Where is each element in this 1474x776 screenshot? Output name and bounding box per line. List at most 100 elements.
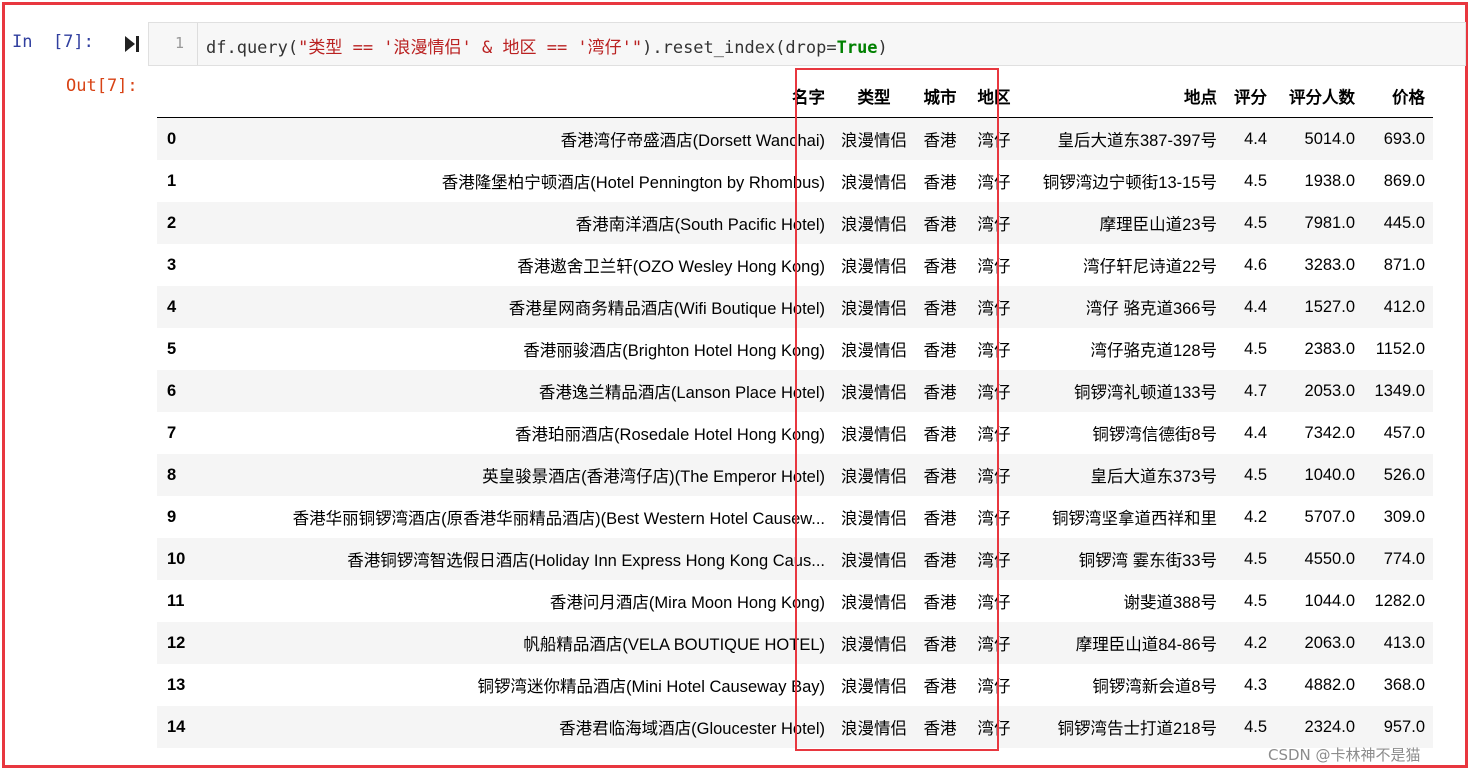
hotel-name-cell: 香港遨舍卫兰轩(OZO Wesley Hong Kong) [517,258,825,276]
place-cell: 皇后大道东373号 [1090,468,1217,486]
rating-cell: 4.2 [1244,507,1267,526]
place-cell: 湾仔 骆克道366号 [1085,300,1217,318]
place-cell: 湾仔轩尼诗道22号 [1083,258,1217,276]
table-row: 9 香港华丽铜锣湾酒店(原香港华丽精品酒店)(Best Western Hotel… [157,496,1433,538]
hotel-name-cell: 铜锣湾迷你精品酒店(Mini Hotel Causeway Bay) [477,678,825,696]
row-index: 5 [167,339,177,358]
row-index: 13 [167,675,186,694]
rating-cell: 4.4 [1244,423,1267,442]
place-cell: 湾仔骆克道128号 [1090,342,1217,360]
header-type: 类型 [835,74,913,118]
hotel-name-cell: 香港问月酒店(Mira Moon Hong Kong) [549,594,825,612]
hotel-name-cell: 香港逸兰精品酒店(Lanson Place Hotel) [538,384,825,402]
area-cell: 湾仔 [977,552,1011,570]
rating-cell: 4.3 [1244,675,1267,694]
area-cell: 湾仔 [977,636,1011,654]
row-index: 8 [167,465,177,484]
price-cell: 693.0 [1383,129,1425,148]
code-close: ) [877,38,888,58]
rating-cell: 4.6 [1244,255,1267,274]
code-line[interactable]: df.query("类型 == '浪漫情侣' & 地区 == '湾仔'").re… [206,33,888,58]
place-cell: 摩理臣山道84-86号 [1075,636,1217,654]
city-cell: 香港 [923,594,957,612]
table-row: 2 香港南洋酒店(South Pacific Hotel) 浪漫情侣 香港 湾仔 摩理臣山… [157,202,1433,244]
rating-count-cell: 4550.0 [1304,549,1355,568]
code-cell-editor[interactable]: 1 df.query("类型 == '浪漫情侣' & 地区 == '湾仔'").… [148,22,1466,66]
table-row: 10 香港铜锣湾智选假日酒店(Holiday Inn Express Hong K… [157,538,1433,580]
place-cell: 铜锣湾告士打道218号 [1057,720,1217,738]
table-body: 0 香港湾仔帝盛酒店(Dorsett Wanchai) 浪漫情侣 香港 湾仔 皇后大道东3… [157,117,1433,748]
rating-count-cell: 2324.0 [1304,717,1355,736]
header-rating-count: 评分人数 [1275,74,1363,118]
header-place: 地点 [1021,74,1225,118]
gutter-divider [197,23,198,65]
rating-cell: 4.5 [1244,591,1267,610]
rating-count-cell: 2053.0 [1304,381,1355,400]
row-index: 10 [167,549,186,568]
price-cell: 1349.0 [1374,381,1425,400]
type-cell: 浪漫情侣 [841,594,907,612]
rating-count-cell: 2063.0 [1304,633,1355,652]
type-cell: 浪漫情侣 [841,132,907,150]
price-cell: 957.0 [1383,717,1425,736]
city-cell: 香港 [923,426,957,444]
row-index: 6 [167,381,177,400]
table-row: 13 铜锣湾迷你精品酒店(Mini Hotel Causeway Bay) 浪漫情侣… [157,664,1433,706]
area-cell: 湾仔 [977,384,1011,402]
type-cell: 浪漫情侣 [841,300,907,318]
table-row: 4 香港星网商务精品酒店(Wifi Boutique Hotel) 浪漫情侣 香港 湾仔… [157,286,1433,328]
type-cell: 浪漫情侣 [841,510,907,528]
rating-count-cell: 2383.0 [1304,339,1355,358]
rating-cell: 4.5 [1244,465,1267,484]
rating-count-cell: 1044.0 [1304,591,1355,610]
type-cell: 浪漫情侣 [841,468,907,486]
city-cell: 香港 [923,510,957,528]
city-cell: 香港 [923,132,957,150]
code-method: ).reset_index(drop= [642,38,837,58]
rating-count-cell: 5707.0 [1304,507,1355,526]
price-cell: 774.0 [1383,549,1425,568]
city-cell: 香港 [923,300,957,318]
row-index: 2 [167,213,177,232]
city-cell: 香港 [923,720,957,738]
table-header-row: 名字 类型 城市 地区 地点 评分 评分人数 价格 [157,74,1433,118]
area-cell: 湾仔 [977,132,1011,150]
watermark: CSDN @卡林神不是猫 [1268,746,1421,764]
hotel-name-cell: 英皇骏景酒店(香港湾仔店)(The Emperor Hotel) [482,468,825,486]
place-cell: 铜锣湾坚拿道西祥和里 [1052,510,1217,528]
place-cell: 摩理臣山道23号 [1099,216,1217,234]
run-cell-icon[interactable] [124,35,140,53]
price-cell: 871.0 [1383,255,1425,274]
price-cell: 309.0 [1383,507,1425,526]
rating-cell: 4.5 [1244,549,1267,568]
hotel-name-cell: 香港湾仔帝盛酒店(Dorsett Wanchai) [560,132,825,150]
row-index: 7 [167,423,177,442]
rating-cell: 4.7 [1244,381,1267,400]
hotel-name-cell: 香港君临海域酒店(Gloucester Hotel) [559,720,825,738]
rating-count-cell: 7981.0 [1304,213,1355,232]
area-cell: 湾仔 [977,510,1011,528]
type-cell: 浪漫情侣 [841,426,907,444]
area-cell: 湾仔 [977,426,1011,444]
table-row: 12 帆船精品酒店(VELA BOUTIQUE HOTEL) 浪漫情侣 香港 湾仔 摩理臣… [157,622,1433,664]
table-row: 6 香港逸兰精品酒店(Lanson Place Hotel) 浪漫情侣 香港 湾仔 铜锣湾… [157,370,1433,412]
row-index: 1 [167,171,177,190]
area-cell: 湾仔 [977,216,1011,234]
rating-cell: 4.5 [1244,171,1267,190]
type-cell: 浪漫情侣 [841,384,907,402]
hotel-name-cell: 帆船精品酒店(VELA BOUTIQUE HOTEL) [523,636,825,654]
rating-count-cell: 3283.0 [1304,255,1355,274]
type-cell: 浪漫情侣 [841,216,907,234]
hotel-name-cell: 香港华丽铜锣湾酒店(原香港华丽精品酒店)(Best Western Hotel … [292,510,825,528]
city-cell: 香港 [923,216,957,234]
area-cell: 湾仔 [977,468,1011,486]
header-name: 名字 [205,74,835,118]
type-cell: 浪漫情侣 [841,258,907,276]
table-row: 3 香港遨舍卫兰轩(OZO Wesley Hong Kong) 浪漫情侣 香港 湾仔 湾仔… [157,244,1433,286]
row-index: 14 [167,717,186,736]
dataframe-table: 名字 类型 城市 地区 地点 评分 评分人数 价格 0 香港湾仔帝盛酒店(Dors… [157,74,1433,748]
type-cell: 浪漫情侣 [841,552,907,570]
area-cell: 湾仔 [977,720,1011,738]
type-cell: 浪漫情侣 [841,636,907,654]
table-row: 11 香港问月酒店(Mira Moon Hong Kong) 浪漫情侣 香港 湾仔 谢斐道… [157,580,1433,622]
